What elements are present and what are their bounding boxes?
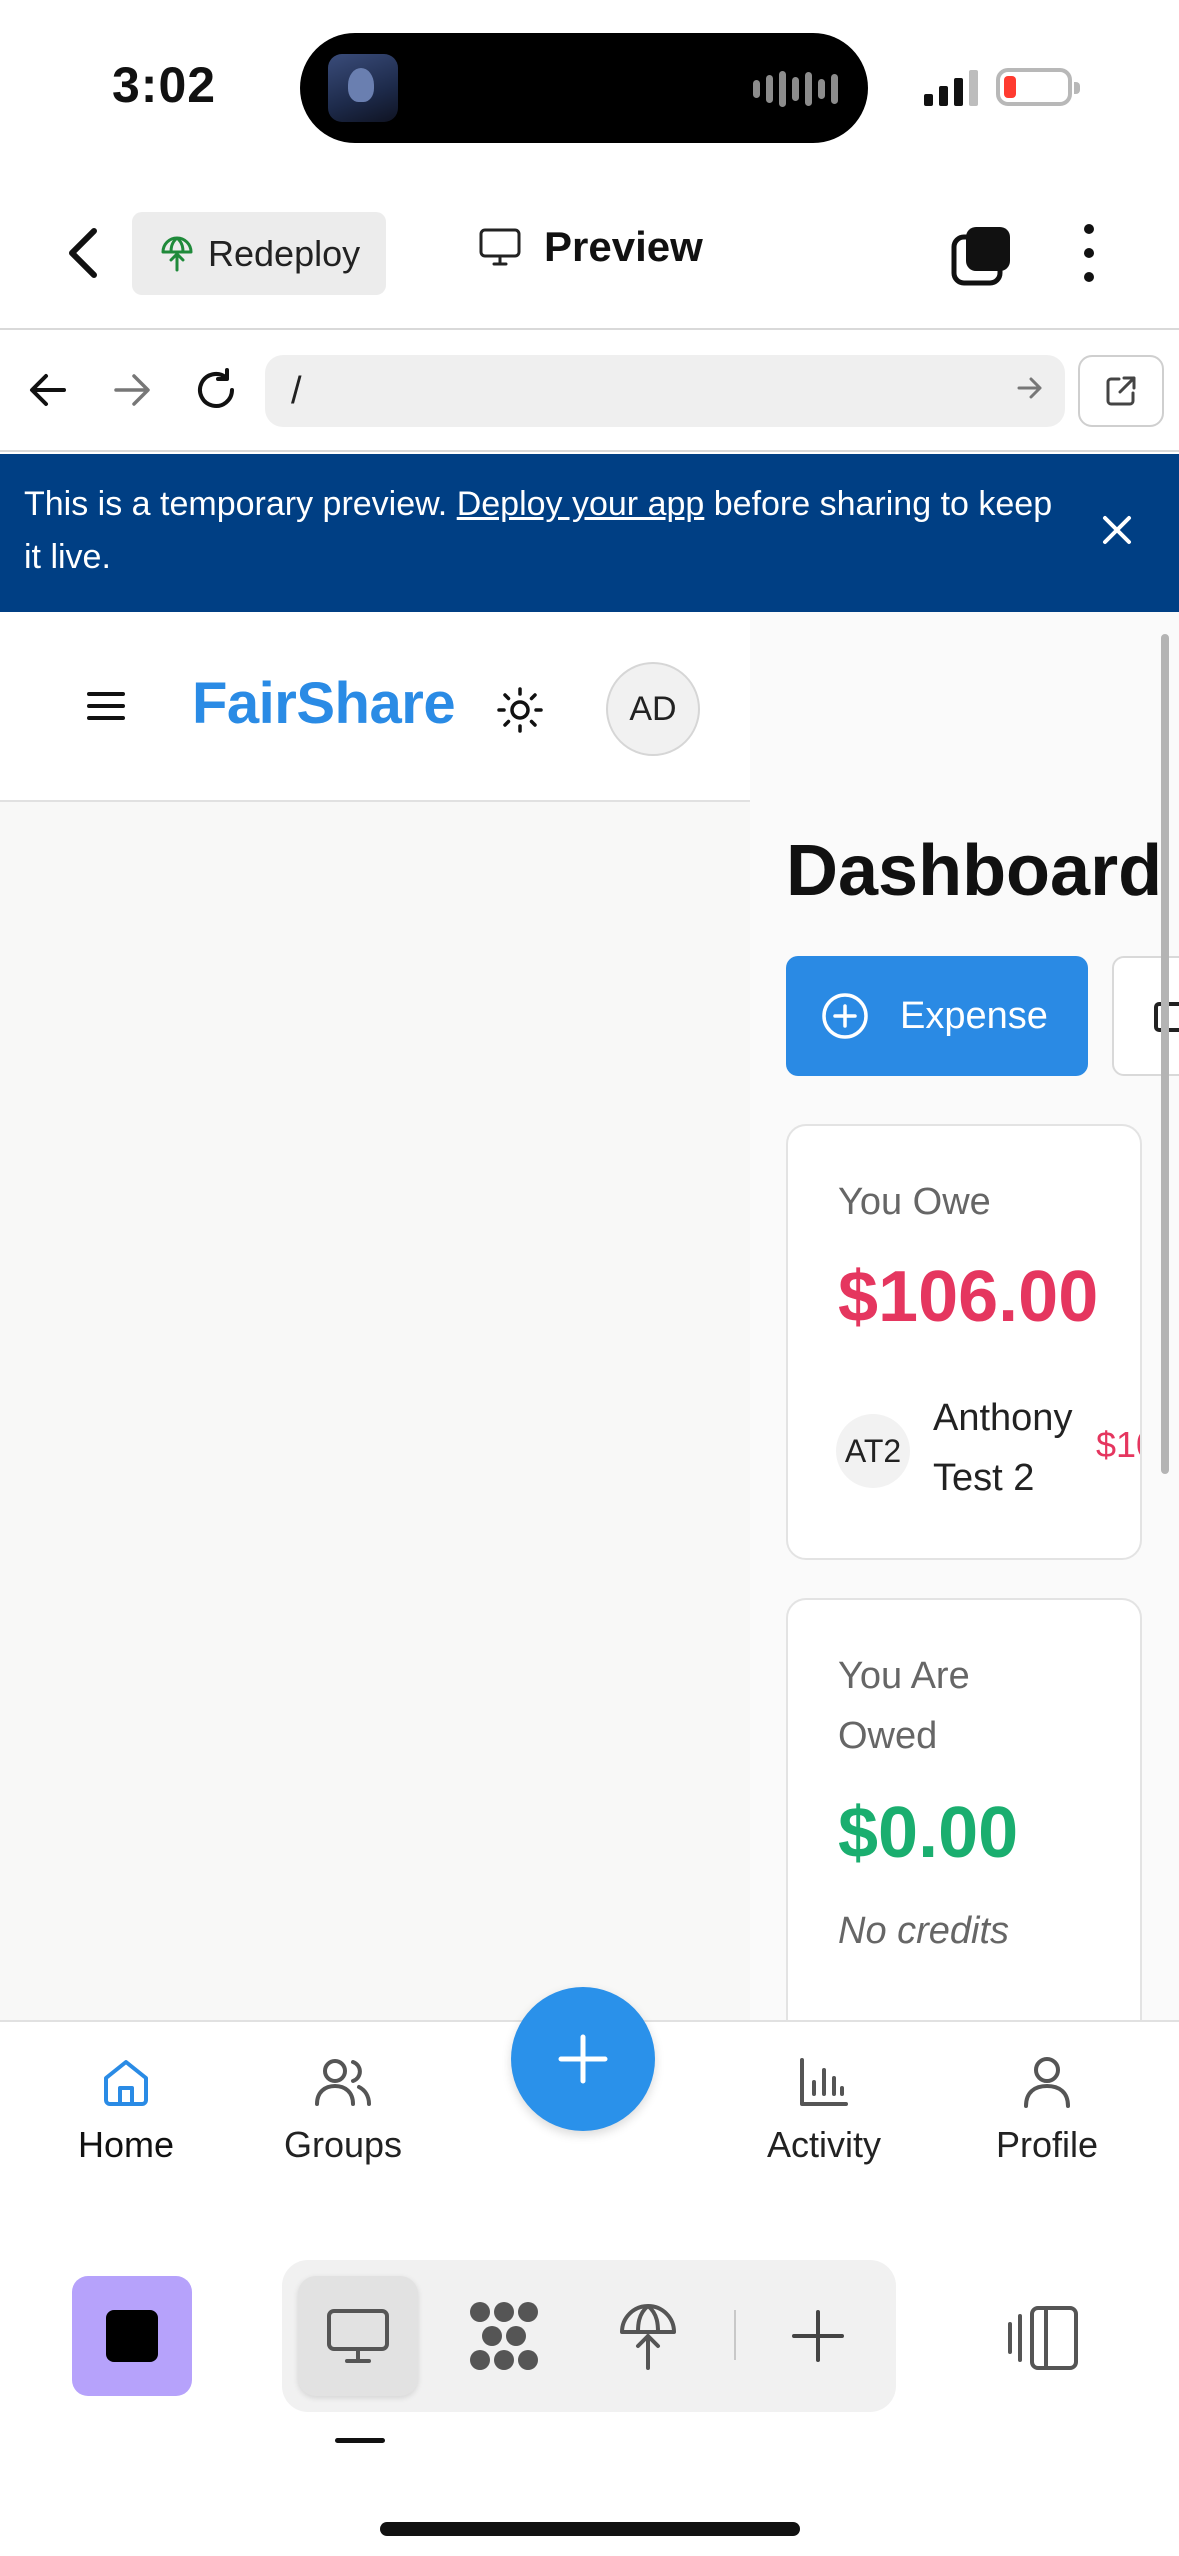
you-are-owed-card: You Are Owed $0.00 No credits — [786, 1598, 1142, 2022]
plus-circle-icon — [822, 993, 868, 1039]
preview-tool-button[interactable] — [298, 2276, 418, 2396]
status-time: 3:02 — [112, 57, 217, 113]
battery-icon — [996, 68, 1080, 106]
reload-icon — [198, 368, 234, 408]
audio-wave-icon — [753, 69, 838, 109]
nav-label-activity: Activity — [766, 2124, 881, 2165]
new-tool-button[interactable] — [758, 2276, 878, 2396]
back-chevron-icon[interactable] — [60, 225, 110, 281]
arrow-left-icon — [30, 374, 66, 406]
url-input[interactable]: / — [265, 355, 1065, 427]
more-vertical-icon[interactable] — [1074, 221, 1104, 285]
active-tool-indicator — [335, 2438, 385, 2443]
workspace-tool-button[interactable] — [444, 2276, 564, 2396]
debtor-name[interactable]: Anthony Test 2 — [933, 1388, 1113, 1508]
browser-toolbar: / — [0, 330, 1179, 452]
go-arrow-icon[interactable] — [1015, 373, 1045, 403]
status-bar: 3:02 — [0, 0, 1179, 175]
browser-back-button[interactable] — [18, 360, 78, 420]
user-avatar[interactable]: AD — [606, 662, 700, 756]
plus-icon — [558, 2034, 608, 2084]
reload-button[interactable] — [186, 360, 246, 420]
add-expense-button[interactable]: Expense — [786, 956, 1088, 1076]
app-header: FairShare AD — [0, 612, 750, 802]
apps-icon — [470, 2302, 538, 2370]
toolbar-divider — [734, 2310, 736, 2360]
preview-label: Preview — [544, 223, 703, 270]
page-title: Dashboard — [786, 831, 1163, 911]
redeploy-label: Redeploy — [208, 232, 361, 274]
url-text: / — [291, 369, 302, 412]
monitor-icon — [327, 2309, 389, 2363]
editor-toolbar — [0, 2208, 1179, 2556]
redeploy-button[interactable]: Redeploy — [132, 212, 386, 295]
close-icon[interactable] — [1095, 508, 1139, 552]
bar-chart-icon — [800, 2058, 848, 2106]
deploy-icon — [161, 236, 193, 271]
you-owe-amount: $106.00 — [838, 1257, 1099, 1337]
deploy-icon — [620, 2304, 676, 2370]
deploy-tool-button[interactable] — [588, 2276, 708, 2396]
app-brand[interactable]: FairShare — [192, 670, 456, 737]
stop-button[interactable] — [72, 2276, 192, 2396]
monitor-icon — [479, 228, 521, 266]
nav-item-home[interactable]: Home — [26, 2054, 226, 2166]
you-owe-card: You Owe $106.00 AT2 Anthony Test 2 $106.… — [786, 1124, 1142, 1560]
scrollbar[interactable] — [1161, 634, 1169, 1474]
open-external-button[interactable] — [1078, 355, 1164, 427]
cellular-signal-icon — [924, 70, 978, 106]
nav-item-profile[interactable]: Profile — [947, 2054, 1147, 2166]
add-expense-label: Expense — [900, 994, 1048, 1037]
user-icon — [1024, 2057, 1070, 2108]
nav-item-activity[interactable]: Activity — [724, 2054, 924, 2166]
nav-label-home: Home — [77, 2124, 175, 2165]
debtor-amount: $106.00 — [1096, 1424, 1140, 1465]
banner-text-start: This is a temporary preview. — [24, 485, 457, 523]
preview-viewport: FairShare AD Dashboard Expense You Owe $… — [0, 612, 1179, 2022]
users-icon — [315, 2059, 371, 2106]
browser-forward-button[interactable] — [102, 360, 162, 420]
preview-tab[interactable]: Preview — [478, 223, 703, 271]
temporary-preview-banner: This is a temporary preview. Deploy your… — [0, 454, 1179, 612]
you-are-owed-label: You Are Owed — [838, 1655, 970, 1757]
debtor-avatar: AT2 — [836, 1414, 910, 1488]
side-panel-icon[interactable] — [1006, 2302, 1086, 2374]
theme-toggle-sun-icon[interactable] — [496, 686, 544, 734]
add-fab-button[interactable] — [511, 1987, 655, 2131]
now-playing-artwork — [328, 54, 398, 122]
you-owe-label: You Owe — [838, 1181, 991, 1223]
no-credits-text: No credits — [838, 1910, 1010, 1952]
nav-label-profile: Profile — [995, 2124, 1099, 2165]
arrow-right-icon — [114, 374, 150, 406]
home-icon — [104, 2060, 148, 2106]
tool-switcher — [282, 2260, 896, 2412]
tabs-icon[interactable] — [950, 223, 1014, 287]
nav-label-groups: Groups — [283, 2124, 403, 2165]
plus-icon — [792, 2310, 844, 2362]
app-top-bar: Redeploy Preview — [0, 175, 1179, 330]
deploy-app-link[interactable]: Deploy your app — [457, 485, 705, 523]
hamburger-menu-icon[interactable] — [86, 690, 126, 722]
home-indicator[interactable] — [380, 2522, 800, 2536]
external-link-icon — [1106, 376, 1136, 406]
dynamic-island[interactable] — [300, 33, 868, 143]
you-are-owed-amount: $0.00 — [838, 1793, 1019, 1873]
nav-item-groups[interactable]: Groups — [243, 2054, 443, 2166]
